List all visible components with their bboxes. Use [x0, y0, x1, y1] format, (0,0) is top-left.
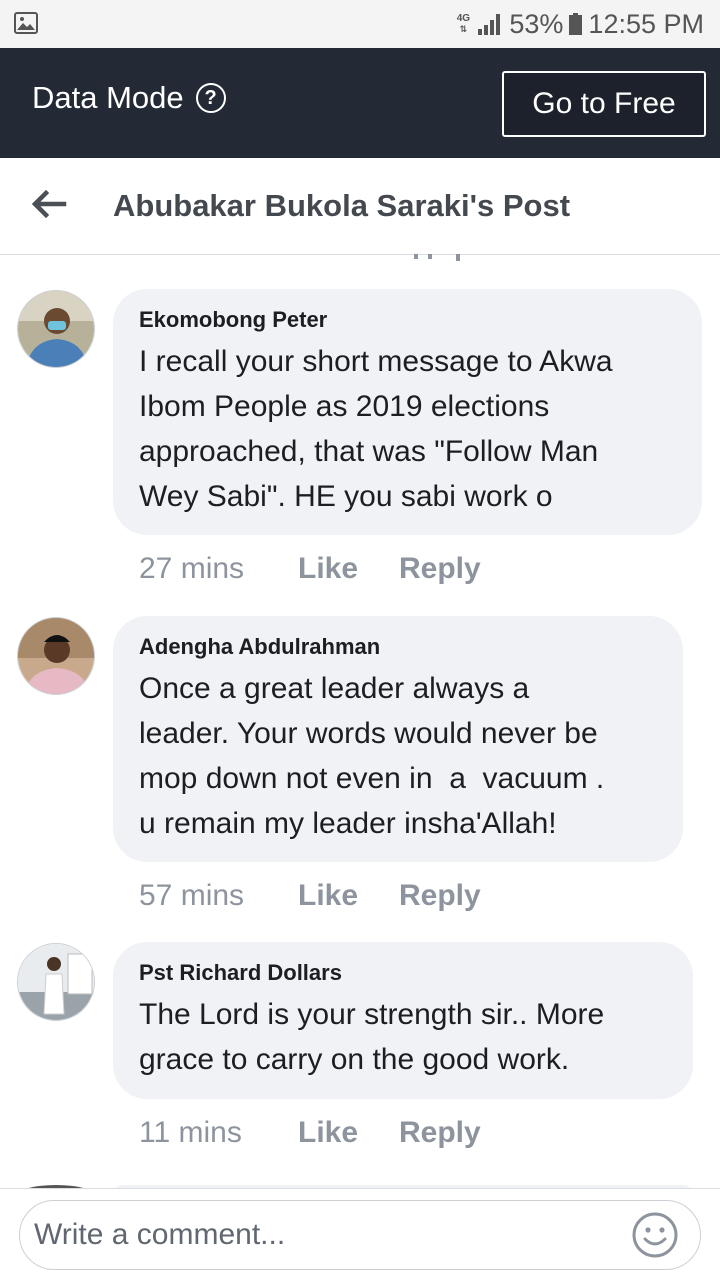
like-button[interactable]: Like: [298, 552, 399, 586]
comment-line: Once a great leader always a: [139, 672, 530, 705]
comment-line: approached, that was "Follow Man: [139, 435, 599, 468]
data-mode-label[interactable]: Data Mode ?: [32, 80, 226, 116]
comment-composer: Write a comment...: [0, 1188, 720, 1281]
reply-button[interactable]: Reply: [399, 552, 481, 586]
partial-previous-comment: [414, 254, 460, 261]
comment-actions: 27 mins Like Reply: [139, 552, 481, 586]
smiley-icon[interactable]: [631, 1211, 679, 1259]
avatar[interactable]: [17, 943, 95, 1021]
comment-actions: 11 mins Like Reply: [139, 1116, 481, 1150]
battery-icon: [569, 13, 583, 35]
avatar[interactable]: [17, 617, 95, 695]
comment-author[interactable]: Adengha Abdulrahman: [139, 634, 659, 660]
gallery-icon: [14, 12, 38, 34]
comment-line: Ibom People as 2019 elections: [139, 390, 550, 423]
go-to-free-button[interactable]: Go to Free: [502, 71, 706, 137]
comment-time: 57 mins: [139, 879, 245, 912]
network-4g-icon: 4G ⇅: [456, 13, 471, 35]
back-arrow-icon[interactable]: [28, 184, 68, 224]
like-button[interactable]: Like: [298, 879, 399, 913]
comment-line: mop down not even in a vacuum .: [139, 762, 605, 795]
comment-line: Wey Sabi". HE you sabi work o: [139, 480, 553, 513]
post-header: Abubakar Bukola Saraki's Post: [0, 158, 720, 255]
reply-button[interactable]: Reply: [399, 1116, 481, 1150]
comment-time: 27 mins: [139, 552, 245, 585]
comment-bubble[interactable]: Adengha Abdulrahman Once a great leader …: [113, 616, 683, 862]
comment-line: leader. Your words would never be: [139, 717, 598, 750]
like-button[interactable]: Like: [298, 1116, 399, 1150]
comment-bubble[interactable]: Ekomobong Peter I recall your short mess…: [113, 289, 702, 535]
comment-time: 11 mins: [139, 1116, 242, 1149]
comment-text: The Lord is your strength sir.. More gra…: [139, 992, 669, 1082]
clock: 12:55 PM: [588, 8, 704, 39]
comment-line: grace to carry on the good work.: [139, 1043, 570, 1076]
comment-line: The Lord is your strength sir.. More: [139, 998, 605, 1031]
comment-line: u remain my leader insha'Allah!: [139, 807, 557, 840]
status-bar: 4G ⇅ 53% 12:55 PM: [0, 0, 720, 48]
comment-line: I recall your short message to Akwa: [139, 345, 613, 378]
help-icon[interactable]: ?: [195, 83, 226, 113]
battery-percent: 53%: [509, 8, 564, 39]
signal-icon: [478, 14, 501, 35]
data-mode-bar: Data Mode ? Go to Free: [0, 48, 720, 158]
data-mode-text: Data Mode: [32, 80, 184, 115]
comment-author[interactable]: Pst Richard Dollars: [139, 960, 669, 986]
status-right: 4G ⇅ 53% 12:55 PM: [455, 6, 704, 42]
comment-author[interactable]: Ekomobong Peter: [139, 307, 678, 333]
comment-text: Once a great leader always a leader. You…: [139, 666, 659, 846]
comment-text: I recall your short message to Akwa Ibom…: [139, 339, 678, 519]
comment-bubble[interactable]: Pst Richard Dollars The Lord is your str…: [113, 942, 693, 1099]
avatar[interactable]: [17, 290, 95, 368]
comment-input[interactable]: Write a comment...: [19, 1200, 701, 1270]
page-title: Abubakar Bukola Saraki's Post: [113, 188, 571, 223]
reply-button[interactable]: Reply: [399, 879, 481, 913]
network-type: 4G: [456, 13, 471, 24]
comment-actions: 57 mins Like Reply: [139, 879, 481, 913]
